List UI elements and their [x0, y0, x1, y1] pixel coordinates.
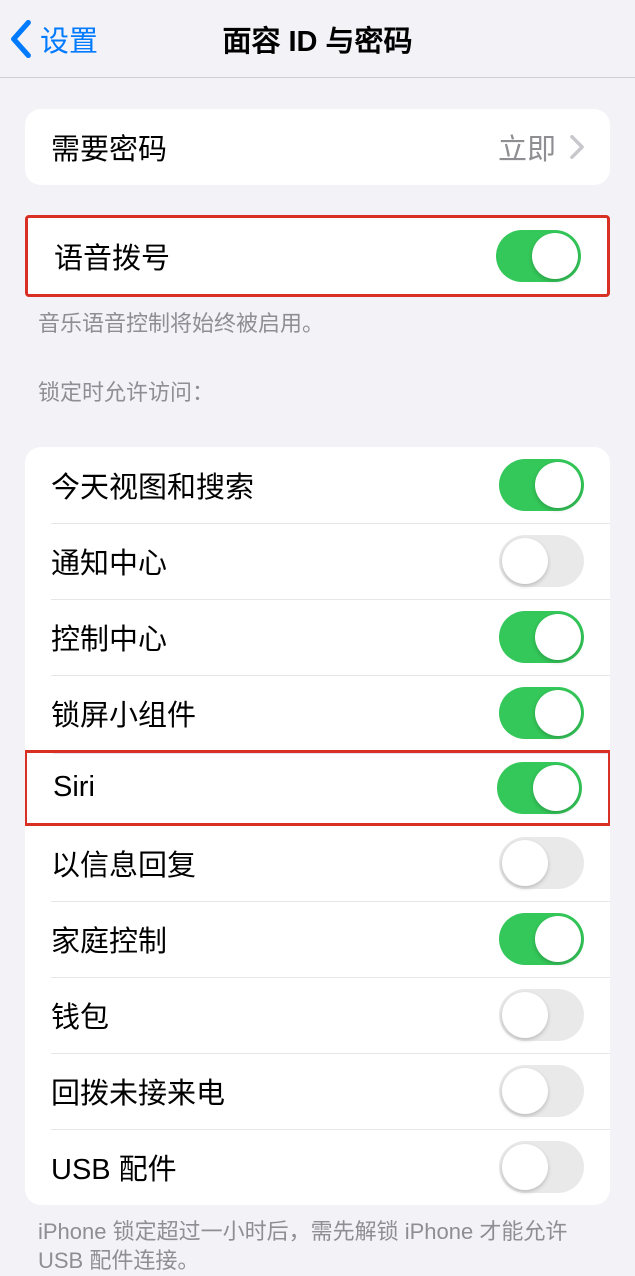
lock-access-label: 家庭控制 — [51, 918, 167, 960]
lock-access-toggle[interactable] — [499, 611, 584, 663]
lock-access-toggle[interactable] — [499, 837, 584, 889]
lock-access-footer: iPhone 锁定超过一小时后，需先解锁 iPhone 才能允许 USB 配件连… — [0, 1205, 635, 1276]
lock-access-toggle[interactable] — [499, 989, 584, 1041]
lock-access-row: 回拨未接来电 — [25, 1053, 610, 1129]
voice-dial-row: 语音拨号 — [28, 218, 607, 294]
lock-access-toggle[interactable] — [499, 1065, 584, 1117]
lock-access-label: 回拨未接来电 — [51, 1070, 225, 1112]
lock-access-row: 通知中心 — [25, 523, 610, 599]
back-label: 设置 — [40, 18, 98, 60]
require-passcode-row[interactable]: 需要密码 立即 — [25, 109, 610, 185]
lock-access-row: 家庭控制 — [25, 901, 610, 977]
lock-access-label: USB 配件 — [51, 1146, 177, 1188]
require-passcode-label: 需要密码 — [51, 126, 167, 168]
lock-access-row: 钱包 — [25, 977, 610, 1053]
lock-access-toggle[interactable] — [499, 687, 584, 739]
require-passcode-value: 立即 — [498, 126, 556, 168]
lock-access-label: 钱包 — [51, 994, 109, 1036]
lock-access-label: 今天视图和搜索 — [51, 464, 254, 506]
require-passcode-group: 需要密码 立即 — [25, 109, 610, 185]
lock-access-label: 锁屏小组件 — [51, 692, 196, 734]
voice-dial-group: 语音拨号 — [25, 215, 610, 297]
lock-access-row: 今天视图和搜索 — [25, 447, 610, 523]
lock-access-label: Siri — [53, 771, 95, 804]
chevron-left-icon — [10, 20, 32, 58]
lock-access-label: 控制中心 — [51, 616, 167, 658]
lock-access-group: 今天视图和搜索通知中心控制中心锁屏小组件 Siri 以信息回复家庭控制钱包回拨未接来… — [25, 447, 610, 1205]
lock-access-toggle[interactable] — [497, 762, 582, 814]
back-button[interactable]: 设置 — [0, 18, 98, 60]
chevron-right-icon — [570, 135, 584, 159]
lock-access-label: 以信息回复 — [51, 842, 196, 884]
lock-access-toggle[interactable] — [499, 913, 584, 965]
lock-access-header: 锁定时允许访问： — [0, 339, 635, 417]
lock-access-toggle[interactable] — [499, 459, 584, 511]
lock-access-row: 以信息回复 — [25, 825, 610, 901]
lock-access-row: 控制中心 — [25, 599, 610, 675]
lock-access-row: USB 配件 — [25, 1129, 610, 1205]
voice-dial-footer: 音乐语音控制将始终被启用。 — [0, 297, 635, 339]
page-title: 面容 ID 与密码 — [222, 18, 412, 60]
lock-access-toggle[interactable] — [499, 535, 584, 587]
navigation-bar: 设置 面容 ID 与密码 — [0, 0, 635, 78]
lock-access-row: Siri — [25, 750, 610, 826]
lock-access-row: 锁屏小组件 — [25, 675, 610, 751]
lock-access-toggle[interactable] — [499, 1141, 584, 1193]
voice-dial-toggle[interactable] — [496, 230, 581, 282]
lock-access-label: 通知中心 — [51, 540, 167, 582]
voice-dial-label: 语音拨号 — [54, 235, 170, 277]
